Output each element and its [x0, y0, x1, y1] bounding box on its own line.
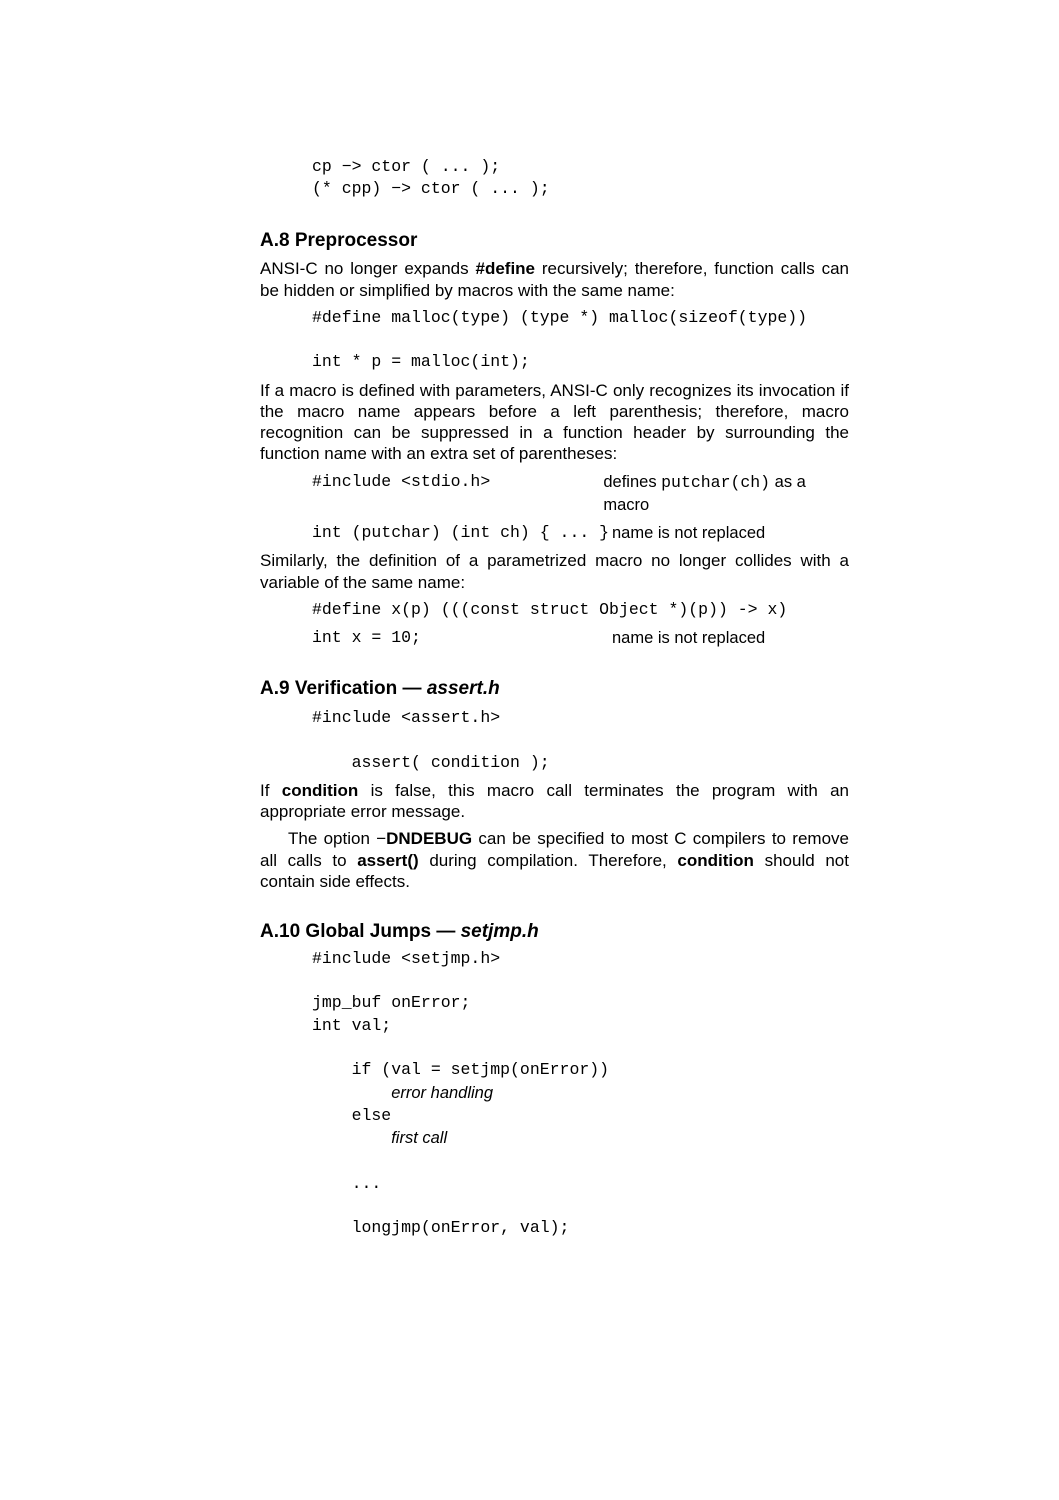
heading-text: A.9 Verification —	[260, 678, 427, 699]
assert-keyword: assert()	[357, 851, 418, 870]
s8-para3: Similarly, the definition of a parametri…	[260, 550, 849, 593]
define-keyword: #define	[475, 259, 535, 278]
annotation: defines putchar(ch) as a macro	[603, 471, 849, 517]
condition-keyword: condition	[677, 851, 753, 870]
heading-text: A.10 Global Jumps —	[260, 921, 461, 942]
code: int (putchar) (int ch) { ... }	[312, 522, 612, 544]
code: int x = 10;	[312, 627, 612, 649]
s8-para2: If a macro is defined with parameters, A…	[260, 380, 849, 465]
section-a9-heading: A.9 Verification — assert.h	[260, 677, 849, 701]
code: #include <stdio.h>	[312, 471, 603, 517]
s8-para1: ANSI-C no longer expands #define recursi…	[260, 258, 849, 301]
s8-code1: #define malloc(type) (type *) malloc(siz…	[312, 307, 849, 374]
condition-keyword: condition	[282, 781, 358, 800]
document-page: cp −> ctor ( ... ); (* cpp) −> ctor ( ..…	[0, 0, 1059, 1500]
s8-code3: #define x(p) (((const struct Object *)(p…	[312, 599, 849, 621]
annotation: name is not replaced	[612, 627, 765, 649]
s8-row2: int (putchar) (int ch) { ... } name is n…	[312, 522, 849, 544]
heading-file: setjmp.h	[461, 921, 539, 942]
s9-code: #include <assert.h> assert( condition );	[312, 707, 849, 774]
heading-file: assert.h	[427, 678, 500, 699]
text: C	[305, 259, 317, 278]
dndebug-keyword: DNDEBUG	[386, 829, 472, 848]
text: ANSI-	[260, 259, 305, 278]
s8-row3: int x = 10; name is not replaced	[312, 627, 849, 649]
s9-para1: If condition is false, this macro call t…	[260, 780, 849, 823]
section-a10-heading: A.10 Global Jumps — setjmp.h	[260, 920, 849, 944]
s8-row1: #include <stdio.h> defines putchar(ch) a…	[312, 471, 849, 517]
s9-para2: The option −DNDEBUG can be specified to …	[260, 828, 849, 892]
s10-code: #include <setjmp.h> jmp_buf onError; int…	[312, 948, 849, 1239]
annotation: name is not replaced	[612, 522, 765, 544]
top-code-snippet: cp −> ctor ( ... ); (* cpp) −> ctor ( ..…	[312, 156, 849, 201]
section-a8-heading: A.8 Preprocessor	[260, 229, 849, 253]
text: no longer expands	[318, 259, 476, 278]
